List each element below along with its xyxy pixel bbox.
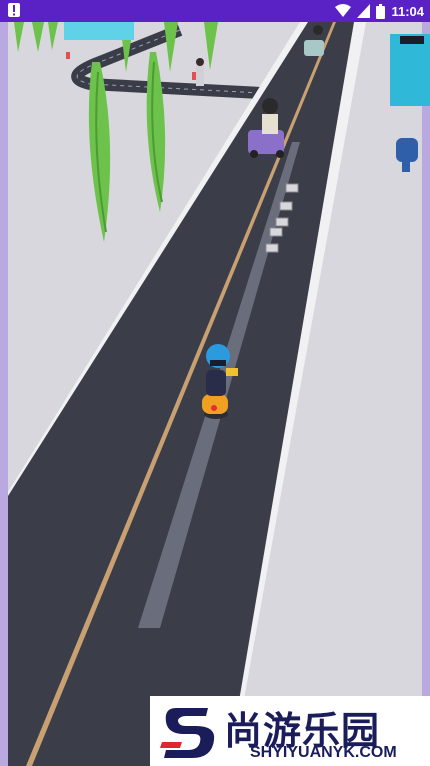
battery-icon [376,3,386,19]
status-time: 11:04 [391,3,424,19]
brand-logo-icon [160,708,215,758]
signal-icon [357,4,371,18]
pedestrian [196,58,204,86]
building-top [64,22,134,40]
game-viewport[interactable] [0,22,430,766]
building-right [390,34,430,106]
watermark-banner: 尚游乐园 SHYIYUANYK.COM [150,696,430,766]
game-scene [0,22,430,766]
building-sign [400,36,424,44]
status-icons: 11:04 [335,0,424,22]
hydrant [192,72,196,80]
screen-edge-left [0,22,8,766]
watermark-url-text: SHYIYUANYK.COM [250,744,397,761]
hydrant-2 [66,52,70,59]
wifi-icon [335,4,352,17]
screen-edge-right [422,22,430,766]
status-bar: 11:04 [0,0,430,22]
alert-icon [8,3,20,17]
